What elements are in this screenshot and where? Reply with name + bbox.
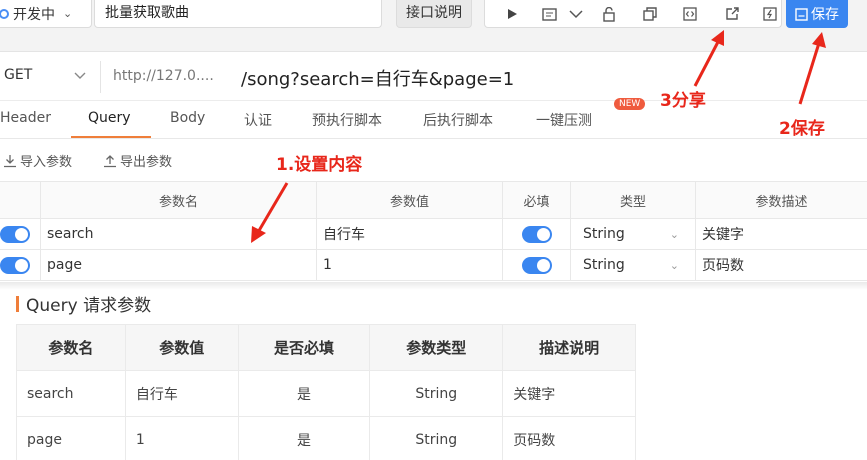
arrow-step3: [693, 39, 721, 87]
arrow-step2-head: [812, 32, 826, 48]
annotation-step1: 1.设置内容: [276, 155, 363, 175]
annotation-arrows: [251, 30, 826, 243]
annotation-step2: 2保存: [779, 119, 825, 139]
arrow-step1: [255, 182, 289, 235]
arrow-step2: [798, 42, 821, 105]
annotation-step3: 3分享: [660, 91, 706, 111]
